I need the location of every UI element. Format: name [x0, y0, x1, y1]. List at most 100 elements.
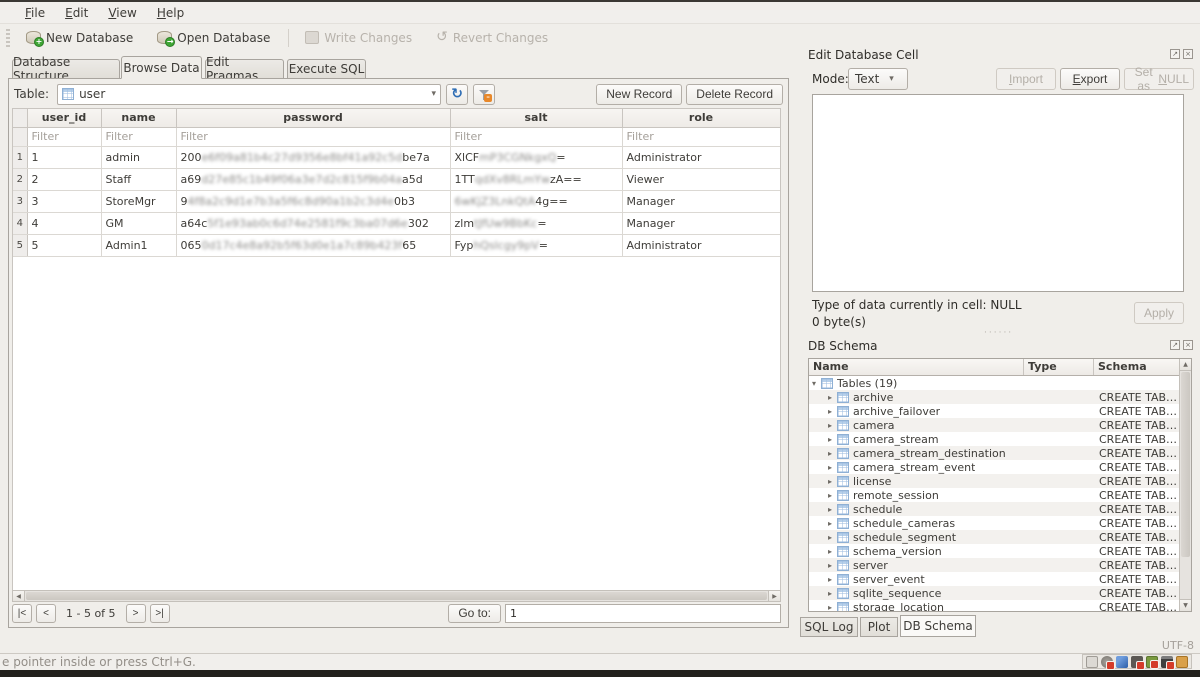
tree-item-camera[interactable]: ▸cameraCREATE TAB… [809, 418, 1181, 432]
menu-help[interactable]: Help [148, 4, 193, 22]
expand-arrow-icon[interactable]: ▸ [825, 393, 835, 402]
cell-name[interactable]: Staff [101, 168, 176, 190]
filter-input-salt[interactable] [455, 128, 618, 145]
cell-password[interactable]: a64c5f1e93ab0c6d74e2581f9c3ba07d6e302 [176, 212, 450, 234]
last-record-button[interactable]: >| [150, 604, 170, 623]
new-database-button[interactable]: + New Database [18, 29, 141, 47]
tree-item-schedule_cameras[interactable]: ▸schedule_camerasCREATE TAB… [809, 516, 1181, 530]
cell-user-id[interactable]: 1 [27, 146, 101, 168]
scrollbar-thumb[interactable] [26, 592, 767, 600]
close-panel-icon[interactable]: × [1183, 49, 1193, 59]
delete-record-button[interactable]: Delete Record [686, 84, 783, 105]
cell-salt[interactable]: 1TTqdXv8RLmYwzA== [450, 168, 622, 190]
tab-sql-log[interactable]: SQL Log [800, 617, 858, 637]
tree-root-tables[interactable]: ▾ Tables (19) [809, 376, 1181, 390]
tree-header-schema[interactable]: Schema [1094, 359, 1169, 375]
tree-item-camera_stream[interactable]: ▸camera_streamCREATE TAB… [809, 432, 1181, 446]
cell-role[interactable]: Administrator [622, 146, 780, 168]
cell-name[interactable]: StoreMgr [101, 190, 176, 212]
menu-file[interactable]: File [16, 4, 54, 22]
scroll-up-icon[interactable]: ▲ [1180, 359, 1191, 371]
tree-header-type[interactable]: Type [1024, 359, 1094, 375]
cell-user-id[interactable]: 5 [27, 234, 101, 256]
tree-item-server[interactable]: ▸serverCREATE TAB… [809, 558, 1181, 572]
filter-input-password[interactable] [181, 128, 446, 145]
close-panel-icon[interactable]: × [1183, 340, 1193, 350]
cell-salt[interactable]: 6wKjZ3LnkQtA4g== [450, 190, 622, 212]
filter-input-role[interactable] [627, 128, 776, 145]
goto-button[interactable]: Go to: [448, 604, 501, 623]
lock-icon[interactable] [1101, 656, 1113, 668]
expand-arrow-icon[interactable]: ▸ [825, 547, 835, 556]
scrollbar-thumb[interactable] [1181, 372, 1190, 557]
row-number[interactable]: 3 [13, 190, 27, 212]
refresh-button[interactable]: ↻ [446, 84, 468, 105]
column-header-password[interactable]: password [176, 109, 450, 127]
tree-item-schedule_segment[interactable]: ▸schedule_segmentCREATE TAB… [809, 530, 1181, 544]
expand-arrow-icon[interactable]: ▸ [825, 463, 835, 472]
open-database-button[interactable]: → Open Database [149, 29, 278, 47]
expand-arrow-icon[interactable]: ▸ [825, 491, 835, 500]
cell-salt[interactable]: XlCFmP3CGNkgxQ= [450, 146, 622, 168]
cell-user-id[interactable]: 2 [27, 168, 101, 190]
next-record-button[interactable]: > [126, 604, 146, 623]
tree-item-archive_failover[interactable]: ▸archive_failoverCREATE TAB… [809, 404, 1181, 418]
new-record-button[interactable]: New Record [596, 84, 682, 105]
cell-password[interactable]: 200e6f09a81b4c27d9356e8bf41a92c5dbe7a [176, 146, 450, 168]
mode-select[interactable]: Text ▾ [848, 68, 908, 90]
scroll-down-icon[interactable]: ▼ [1180, 599, 1191, 611]
float-panel-icon[interactable]: ↗ [1170, 49, 1180, 59]
expand-arrow-icon[interactable]: ▸ [825, 435, 835, 444]
toolbar-grip[interactable] [6, 29, 10, 47]
expand-arrow-icon[interactable]: ▸ [825, 477, 835, 486]
column-header-role[interactable]: role [622, 109, 780, 127]
cell-role[interactable]: Viewer [622, 168, 780, 190]
first-record-button[interactable]: |< [12, 604, 32, 623]
tree-item-sqlite_sequence[interactable]: ▸sqlite_sequenceCREATE TAB… [809, 586, 1181, 600]
expand-arrow-icon[interactable]: ▸ [825, 575, 835, 584]
cell-password[interactable]: a69d27e85c1b49f06a3e7d2c815f9b04aa5d [176, 168, 450, 190]
cell-name[interactable]: admin [101, 146, 176, 168]
scroll-left-icon[interactable]: ◀ [13, 591, 25, 601]
cell-editor-textarea[interactable] [812, 94, 1184, 292]
menu-edit[interactable]: Edit [56, 4, 97, 22]
tree-item-schema_version[interactable]: ▸schema_versionCREATE TAB… [809, 544, 1181, 558]
tab-edit-pragmas[interactable]: Edit Pragmas [205, 59, 284, 79]
cell-salt[interactable]: zlmtJfUw9BbKc= [450, 212, 622, 234]
cell-user-id[interactable]: 3 [27, 190, 101, 212]
row-number[interactable]: 2 [13, 168, 27, 190]
tree-item-server_event[interactable]: ▸server_eventCREATE TAB… [809, 572, 1181, 586]
row-number[interactable]: 4 [13, 212, 27, 234]
tree-item-storage_location[interactable]: ▸storage_locationCREATE TAB… [809, 600, 1181, 612]
save-icon[interactable] [1131, 656, 1143, 668]
menu-view[interactable]: View [99, 4, 145, 22]
cell-role[interactable]: Manager [622, 190, 780, 212]
expand-arrow-icon[interactable]: ▸ [825, 407, 835, 416]
cell-password[interactable]: 94f8a2c9d1e7b3a5f6c8d90a1b2c3d4e0b3 [176, 190, 450, 212]
tab-db-schema[interactable]: DB Schema [900, 615, 976, 637]
clear-filters-button[interactable]: – [473, 84, 495, 105]
horizontal-scrollbar[interactable]: ◀ ▶ [12, 590, 781, 602]
filter-input-name[interactable] [106, 128, 172, 145]
goto-input[interactable] [505, 604, 781, 623]
tree-item-camera_stream_event[interactable]: ▸camera_stream_eventCREATE TAB… [809, 460, 1181, 474]
collapse-arrow-icon[interactable]: ▾ [809, 379, 819, 388]
expand-arrow-icon[interactable]: ▸ [825, 603, 835, 612]
tree-item-archive[interactable]: ▸archiveCREATE TAB… [809, 390, 1181, 404]
tab-plot[interactable]: Plot [860, 617, 898, 637]
dock-splitter-handle[interactable]: ······ [984, 328, 1013, 338]
tree-header-name[interactable]: Name [809, 359, 1024, 375]
column-header-salt[interactable]: salt [450, 109, 622, 127]
cell-name[interactable]: GM [101, 212, 176, 234]
tab-execute-sql[interactable]: Execute SQL [287, 59, 366, 79]
clipboard-icon[interactable] [1176, 656, 1188, 668]
scroll-right-icon[interactable]: ▶ [768, 591, 780, 601]
expand-arrow-icon[interactable]: ▸ [825, 421, 835, 430]
expand-arrow-icon[interactable]: ▸ [825, 449, 835, 458]
monitor-icon[interactable] [1161, 656, 1173, 668]
vertical-scrollbar[interactable]: ▲ ▼ [1179, 359, 1191, 611]
expand-arrow-icon[interactable]: ▸ [825, 533, 835, 542]
tree-item-camera_stream_destination[interactable]: ▸camera_stream_destinationCREATE TAB… [809, 446, 1181, 460]
cell-name[interactable]: Admin1 [101, 234, 176, 256]
expand-arrow-icon[interactable]: ▸ [825, 589, 835, 598]
